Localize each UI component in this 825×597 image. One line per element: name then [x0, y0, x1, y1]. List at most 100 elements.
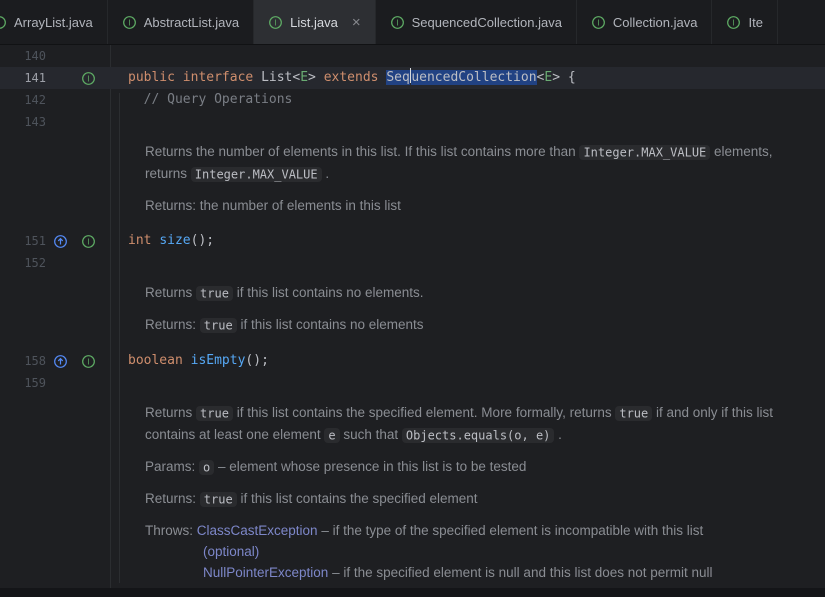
interface-icon: I — [591, 15, 606, 30]
doc-text: if this list contains no elements — [237, 317, 424, 332]
code-text[interactable] — [110, 111, 128, 133]
doc-section-label: Throws: — [145, 523, 197, 538]
code-segment: > — [308, 70, 324, 85]
doc-text: Returns — [145, 285, 196, 300]
doc-line: NullPointerException – if the specified … — [145, 562, 785, 583]
doc-code-chip: Objects.equals(o, e) — [402, 428, 555, 443]
doc-text: Returns the number of elements in this l… — [145, 144, 579, 159]
doc-line: Throws: ClassCastException – if the type… — [145, 520, 785, 541]
code-line: 142 // Query Operations — [0, 89, 825, 111]
doc-section-label: Params: — [145, 459, 199, 474]
line-number[interactable]: 141 — [0, 67, 46, 89]
doc-link[interactable]: (optional) — [203, 544, 259, 559]
doc-text: such that — [340, 427, 402, 442]
doc-line: Returns the number of elements in this l… — [145, 141, 785, 185]
svg-text:I: I — [597, 18, 599, 27]
close-tab-icon[interactable]: × — [352, 15, 361, 30]
tab-arraylist-java[interactable]: I ArrayList.java — [0, 0, 108, 44]
code-line: 143 — [0, 111, 825, 133]
gutter: 141 I — [0, 67, 110, 89]
interface-icon: I — [268, 15, 283, 30]
code-line: 151 Iint size(); — [0, 230, 825, 252]
line-number[interactable]: 152 — [0, 252, 46, 274]
code-text[interactable] — [110, 372, 128, 394]
code-text[interactable] — [110, 252, 128, 274]
svg-text:I: I — [87, 74, 89, 83]
code-segment: interface — [183, 70, 261, 85]
code-line: 159 — [0, 372, 825, 394]
code-text[interactable] — [110, 45, 128, 67]
bottom-strip — [0, 588, 825, 597]
code-text[interactable]: // Query Operations — [110, 89, 292, 111]
code-line: 152 — [0, 252, 825, 274]
indent-guide — [119, 93, 120, 583]
doc-line: Returns: true if this list contains no e… — [145, 314, 785, 336]
gutter: 142 — [0, 89, 110, 111]
tab-collection-java[interactable]: I Collection.java — [577, 0, 713, 44]
code-segment: uencedCollection — [411, 70, 536, 85]
tab-ite[interactable]: IIte — [712, 0, 777, 44]
doc-code-chip: Integer.MAX_VALUE — [579, 145, 710, 160]
line-number[interactable]: 158 — [0, 350, 46, 372]
svg-text:I: I — [396, 18, 398, 27]
implementations-icon[interactable]: I — [74, 71, 102, 86]
doc-text: the number of elements in this list — [200, 198, 401, 213]
javadoc-rendered: Returns the number of elements in this l… — [145, 133, 785, 230]
line-number[interactable]: 151 — [0, 230, 46, 252]
javadoc-rendered: Returns true if this list contains no el… — [145, 274, 785, 350]
tab-label: SequencedCollection.java — [412, 15, 562, 30]
doc-line: (optional) — [145, 541, 785, 562]
doc-text: . — [554, 427, 562, 442]
tab-abstractlist-java[interactable]: IAbstractList.java — [108, 0, 254, 44]
tab-sequencedcollection-java[interactable]: I SequencedCollection.java — [376, 0, 577, 44]
overridden-icon[interactable] — [46, 234, 74, 249]
interface-icon: I — [390, 15, 405, 30]
doc-text: Returns — [145, 405, 196, 420]
overridden-icon[interactable] — [46, 354, 74, 369]
code-segment: int — [128, 233, 159, 248]
javadoc-rendered: Returns true if this list contains the s… — [145, 394, 785, 597]
tab-label: ArrayList.java — [14, 15, 93, 30]
tab-list-java[interactable]: I List.java × — [254, 0, 375, 44]
doc-text: if this list contains the specified elem… — [233, 405, 615, 420]
line-number[interactable]: 159 — [0, 372, 46, 394]
code-text[interactable]: int size(); — [110, 230, 214, 252]
code-segment: > { — [552, 70, 575, 85]
doc-section-label: Returns: — [145, 491, 200, 506]
doc-text: if this list contains no elements. — [233, 285, 424, 300]
line-number[interactable]: 143 — [0, 111, 46, 133]
line-number[interactable]: 142 — [0, 89, 46, 111]
doc-code-chip: true — [200, 492, 237, 507]
editor[interactable]: 140141 Ipublic interface List<E> extends … — [0, 45, 825, 597]
tab-label: List.java — [290, 15, 338, 30]
code-segment: E — [300, 70, 308, 85]
gutter: 159 — [0, 372, 110, 394]
implementations-icon[interactable]: I — [74, 234, 102, 249]
code-segment: size — [159, 233, 190, 248]
code-text[interactable]: public interface List<E> extends Sequenc… — [110, 67, 576, 89]
doc-code-chip: true — [615, 406, 652, 421]
interface-icon: I — [0, 15, 7, 30]
gutter: 152 — [0, 252, 110, 274]
doc-line: Returns: the number of elements in this … — [145, 195, 785, 216]
doc-text: . — [322, 166, 330, 181]
implementations-icon[interactable]: I — [74, 354, 102, 369]
svg-text:I: I — [128, 18, 130, 27]
tab-label: Collection.java — [613, 15, 698, 30]
line-number[interactable]: 140 — [0, 45, 46, 67]
code-line: 158 Iboolean isEmpty(); — [0, 350, 825, 372]
doc-line: Returns true if this list contains no el… — [145, 282, 785, 304]
interface-icon: I — [122, 15, 137, 30]
interface-icon: I — [726, 15, 741, 30]
tab-bar: IArrayList.javaIAbstractList.javaIList.j… — [0, 0, 825, 45]
doc-code-chip: Integer.MAX_VALUE — [191, 167, 322, 182]
code-line: 140 — [0, 45, 825, 67]
doc-link[interactable]: NullPointerException — [203, 565, 328, 580]
code-text[interactable]: boolean isEmpty(); — [110, 350, 269, 372]
code-segment: List — [261, 70, 292, 85]
gutter: 151 I — [0, 230, 110, 252]
svg-text:I: I — [87, 357, 89, 366]
doc-link[interactable]: ClassCastException — [197, 523, 318, 538]
doc-text: – element whose presence in this list is… — [214, 459, 526, 474]
doc-code-chip: true — [200, 318, 237, 333]
